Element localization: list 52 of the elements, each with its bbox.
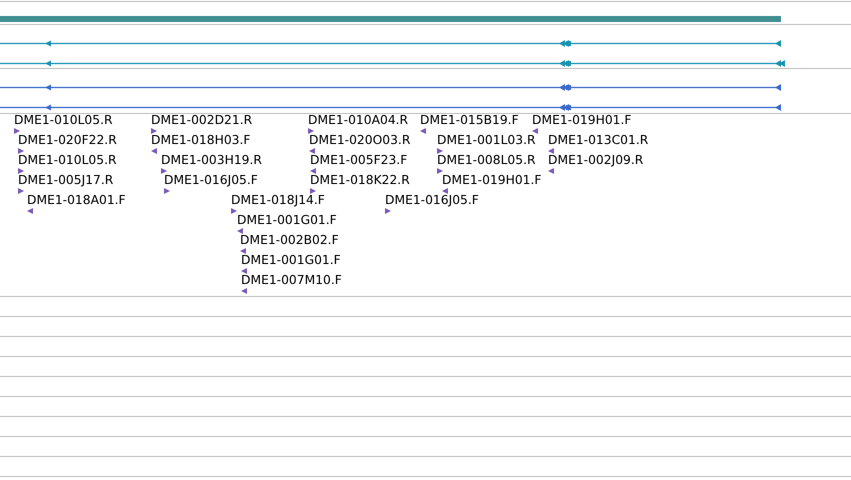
read-label: DME1-018K22.R: [310, 174, 410, 187]
read-label: DME1-016J05.F: [164, 174, 258, 187]
read-label: DME1-005J17.R: [18, 174, 114, 187]
read-arrow-icon[interactable]: [548, 168, 554, 174]
read-arrow-icon[interactable]: [27, 208, 33, 214]
read-label: DME1-001G01.F: [241, 254, 341, 267]
read-arrow-icon[interactable]: [310, 168, 316, 174]
read-arrow-icon[interactable]: [240, 248, 246, 254]
read-arrow-icon[interactable]: [309, 148, 315, 154]
read-label: DME1-001L03.R: [437, 134, 536, 147]
read-label: DME1-019H01.F: [532, 114, 632, 127]
read-arrow-icon[interactable]: [420, 128, 426, 134]
read-arrow-icon[interactable]: [241, 288, 247, 294]
read-label: DME1-010A04.R: [308, 114, 408, 127]
read-label: DME1-019H01.F: [442, 174, 542, 187]
read-arrow-icon[interactable]: [385, 208, 391, 214]
read-arrow-icon[interactable]: [437, 168, 443, 174]
read-label: DME1-010L05.R: [18, 154, 117, 167]
read-label: DME1-013C01.R: [548, 134, 648, 147]
read-label: DME1-008L05.R: [437, 154, 536, 167]
read-arrow-icon[interactable]: [241, 268, 247, 274]
read-label: DME1-018A01.F: [27, 194, 126, 207]
read-arrow-icon[interactable]: [18, 188, 24, 194]
read-label: DME1-003H19.R: [161, 154, 262, 167]
read-label: DME1-005F23.F: [310, 154, 408, 167]
read-arrow-icon[interactable]: [161, 168, 167, 174]
read-label: DME1-020F22.R: [18, 134, 117, 147]
read-label: DME1-016J05.F: [385, 194, 479, 207]
read-arrow-icon[interactable]: [310, 188, 316, 194]
read-label: DME1-002B02.F: [240, 234, 339, 247]
read-label: DME1-020O03.R: [309, 134, 410, 147]
read-arrow-icon[interactable]: [442, 188, 448, 194]
read-label: DME1-010L05.R: [14, 114, 113, 127]
read-arrow-icon[interactable]: [164, 188, 170, 194]
read-label: DME1-018J14.F: [231, 194, 325, 207]
read-arrow-icon[interactable]: [308, 128, 314, 134]
read-arrow-icon[interactable]: [18, 148, 24, 154]
read-arrow-icon[interactable]: [231, 208, 237, 214]
read-label: DME1-002D21.R: [151, 114, 252, 127]
read-arrow-icon[interactable]: [548, 148, 554, 154]
read-label: DME1-018H03.F: [151, 134, 250, 147]
read-label: DME1-007M10.F: [241, 274, 342, 287]
read-arrow-icon[interactable]: [18, 168, 24, 174]
read-label: DME1-015B19.F: [420, 114, 519, 127]
read-label: DME1-002J09.R: [548, 154, 644, 167]
read-arrow-icon[interactable]: [237, 228, 243, 234]
read-arrow-icon[interactable]: [14, 128, 20, 134]
read-arrow-icon[interactable]: [151, 148, 157, 154]
read-arrow-icon[interactable]: [532, 128, 538, 134]
read-arrow-icon[interactable]: [437, 148, 443, 154]
read-arrow-icon[interactable]: [151, 128, 157, 134]
read-label: DME1-001G01.F: [237, 214, 337, 227]
